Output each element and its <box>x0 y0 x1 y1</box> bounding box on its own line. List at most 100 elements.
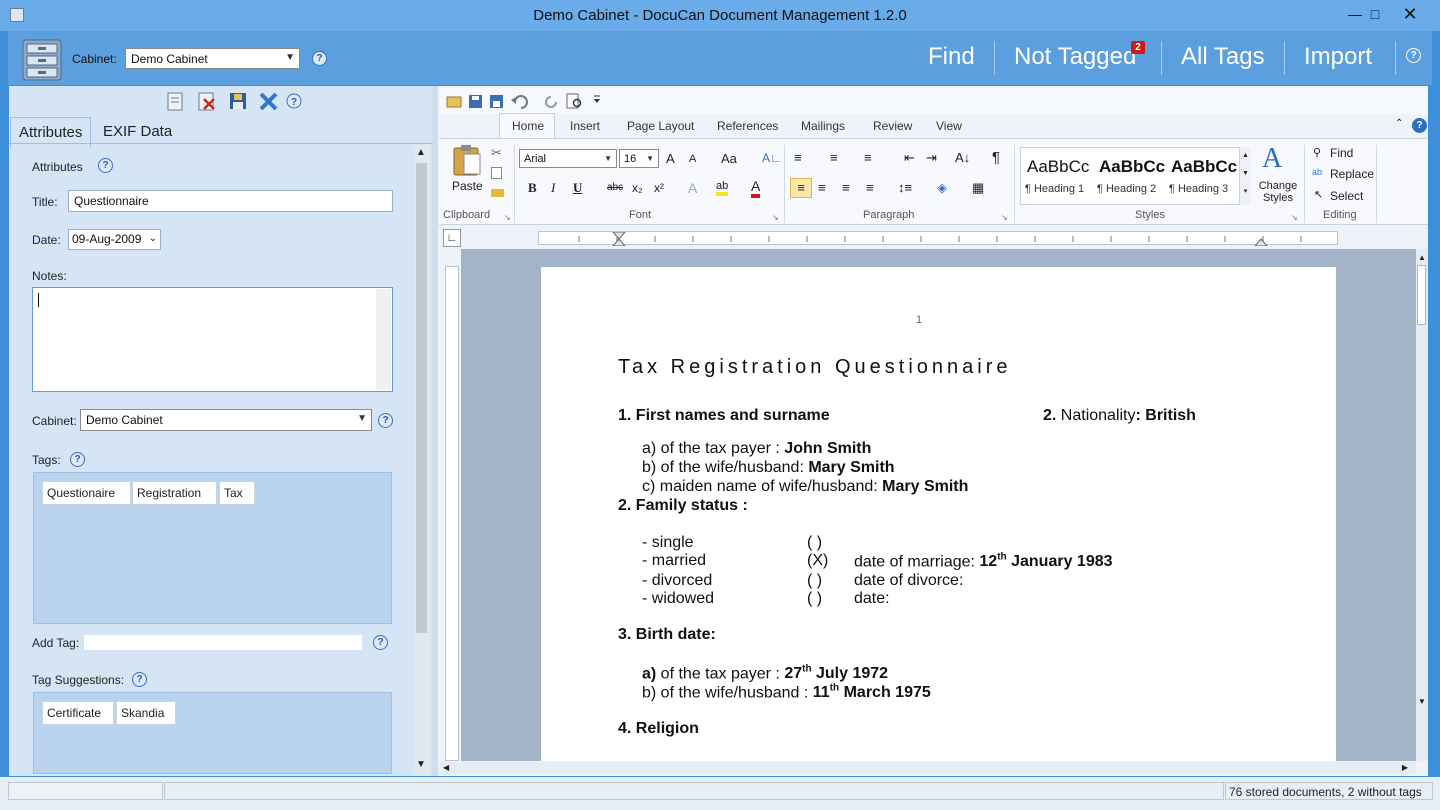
scroll-thumb[interactable] <box>1417 265 1426 325</box>
help-icon[interactable]: ? <box>70 452 85 467</box>
suggestion-chip[interactable]: Certificate <box>42 701 114 725</box>
cabinet-select[interactable]: Demo Cabinet ▼ <box>80 409 372 431</box>
cut-icon[interactable]: ✂ <box>491 145 502 161</box>
notes-textarea[interactable] <box>32 287 393 392</box>
format-painter-icon[interactable] <box>491 189 504 197</box>
nav-find[interactable]: Find <box>928 43 975 71</box>
dialog-launcher-icon[interactable]: ↘ <box>504 213 511 222</box>
font-name-select[interactable]: Arial ▼ <box>519 149 617 168</box>
font-color-icon[interactable]: A <box>751 178 761 198</box>
shrink-font-icon[interactable]: A <box>689 153 696 165</box>
dialog-launcher-icon[interactable]: ↘ <box>772 213 779 222</box>
ribbon-tab-review[interactable]: Review <box>873 119 912 133</box>
change-styles-button[interactable]: Change Styles <box>1257 180 1299 204</box>
font-size-select[interactable]: 16 ▼ <box>619 149 659 168</box>
superscript-icon[interactable]: x² <box>654 181 664 195</box>
close-icon[interactable]: ✕ <box>1390 0 1430 30</box>
help-icon[interactable]: ? <box>378 413 393 428</box>
scroll-left-icon[interactable]: ◀ <box>443 763 449 772</box>
grow-font-icon[interactable]: A <box>666 151 675 166</box>
document-horizontal-scrollbar[interactable]: ◀ ▶ <box>439 762 1416 775</box>
help-icon[interactable]: ? <box>312 51 327 66</box>
maximize-icon[interactable]: □ <box>1355 0 1395 30</box>
replace-icon[interactable]: ab <box>1312 167 1322 177</box>
help-icon[interactable]: ? <box>1406 48 1421 63</box>
help-icon[interactable]: ? <box>98 158 113 173</box>
styles-scroll[interactable]: ▲ ▼ ▾ <box>1239 147 1251 205</box>
scroll-down-icon[interactable]: ▼ <box>416 759 426 770</box>
scroll-thumb[interactable] <box>416 163 427 633</box>
style-heading-3-label[interactable]: ¶ Heading 3 <box>1169 183 1228 195</box>
subscript-icon[interactable]: x₂ <box>632 181 643 195</box>
find-button[interactable]: Find <box>1330 146 1353 160</box>
change-case-icon[interactable]: Aa <box>721 151 737 166</box>
scroll-up-icon[interactable]: ▲ <box>416 147 426 158</box>
ribbon-tab-view[interactable]: View <box>936 119 962 133</box>
document-vertical-scrollbar[interactable]: ▲ ▼ <box>1416 249 1428 761</box>
justify-icon[interactable]: ≡ <box>866 180 874 195</box>
multilevel-list-icon[interactable]: ≡ <box>864 150 872 165</box>
help-icon[interactable]: ? <box>373 635 388 650</box>
style-heading-1-label[interactable]: ¶ Heading 1 <box>1025 183 1084 195</box>
left-scrollbar[interactable]: ▲ ▼ <box>413 145 430 775</box>
find-icon[interactable]: ⚲ <box>1313 146 1321 159</box>
bold-icon[interactable]: B <box>528 180 537 196</box>
nav-not-tagged[interactable]: Not Tagged <box>1014 43 1136 71</box>
align-left-icon[interactable]: ≡ <box>790 178 812 198</box>
select-button[interactable]: Select <box>1330 189 1363 203</box>
title-field[interactable]: Questionnaire <box>68 190 393 212</box>
underline-icon[interactable]: U <box>573 180 582 196</box>
notes-scrollbar[interactable] <box>376 289 391 390</box>
highlight-icon[interactable]: ab <box>716 180 729 196</box>
collapse-ribbon-icon[interactable]: ⌃ <box>1395 118 1403 129</box>
style-heading-2-label[interactable]: ¶ Heading 2 <box>1097 183 1156 195</box>
align-center-icon[interactable]: ≡ <box>818 180 826 195</box>
italic-icon[interactable]: I <box>551 180 555 196</box>
tab-exif-data[interactable]: EXIF Data <box>95 117 180 146</box>
show-formatting-icon[interactable]: ¶ <box>992 149 1000 166</box>
tag-chip[interactable]: Tax <box>219 481 255 505</box>
ruler-toggle-icon[interactable]: ∟ <box>443 229 461 247</box>
date-field[interactable]: 09-Aug-2009 ⌄ <box>68 229 161 250</box>
nav-import[interactable]: Import <box>1304 43 1372 71</box>
ribbon-tab-references[interactable]: References <box>717 119 778 133</box>
help-icon[interactable]: ? <box>1412 118 1427 133</box>
sort-icon[interactable]: A↓ <box>955 150 970 165</box>
select-icon[interactable]: ↖ <box>1314 188 1323 201</box>
vertical-ruler[interactable] <box>445 266 459 761</box>
line-spacing-icon[interactable]: ↕≡ <box>898 180 912 195</box>
document-page[interactable]: 1 Tax Registration Questionnaire 1. Firs… <box>541 267 1336 761</box>
ribbon-tab-insert[interactable]: Insert <box>570 119 600 133</box>
clear-formatting-icon[interactable]: A∟ <box>762 151 782 165</box>
replace-button[interactable]: Replace <box>1330 167 1374 181</box>
ribbon-tab-home-label[interactable]: Home <box>512 119 544 133</box>
suggestion-chip[interactable]: Skandia <box>116 701 176 725</box>
dialog-launcher-icon[interactable]: ↘ <box>1001 213 1008 222</box>
cabinet-select[interactable]: Demo Cabinet ▼ <box>125 48 300 69</box>
ribbon-tab-page-layout[interactable]: Page Layout <box>627 119 694 133</box>
dialog-launcher-icon[interactable]: ↘ <box>1291 213 1298 222</box>
horizontal-ruler[interactable] <box>538 231 1338 246</box>
increase-indent-icon[interactable]: ⇥ <box>926 150 937 166</box>
borders-icon[interactable]: ▦ <box>972 180 984 196</box>
text-effects-icon[interactable]: A <box>688 180 697 196</box>
numbering-icon[interactable]: ≡ <box>830 150 838 165</box>
shading-icon[interactable]: ◈ <box>937 180 947 196</box>
paste-icon[interactable] <box>452 144 482 176</box>
style-heading-2-sample[interactable]: AaBbCc <box>1099 157 1165 177</box>
style-heading-3-sample[interactable]: AaBbCc <box>1171 157 1237 177</box>
scroll-up-icon[interactable]: ▲ <box>1418 253 1426 262</box>
scroll-down-icon[interactable]: ▼ <box>1418 697 1426 706</box>
help-icon[interactable]: ? <box>132 672 147 687</box>
style-heading-1-sample[interactable]: AaBbCc <box>1027 157 1089 177</box>
ribbon-tab-mailings[interactable]: Mailings <box>801 119 845 133</box>
bullets-icon[interactable]: ≡ <box>794 150 802 165</box>
copy-icon[interactable] <box>491 167 502 179</box>
scroll-right-icon[interactable]: ▶ <box>1402 763 1408 772</box>
decrease-indent-icon[interactable]: ⇤ <box>904 150 915 166</box>
panel-splitter[interactable] <box>432 86 438 776</box>
nav-all-tags[interactable]: All Tags <box>1181 43 1265 71</box>
align-right-icon[interactable]: ≡ <box>842 180 850 195</box>
paste-button[interactable]: Paste <box>452 179 483 193</box>
tag-chip[interactable]: Questionaire <box>42 481 131 505</box>
